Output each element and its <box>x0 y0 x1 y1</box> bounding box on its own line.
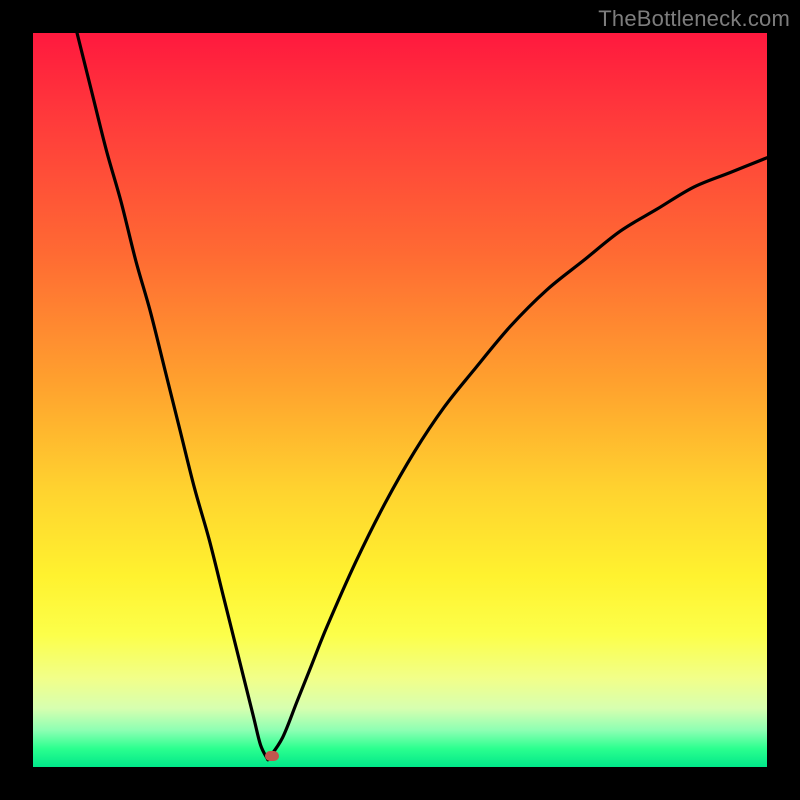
bottleneck-curve <box>33 33 767 767</box>
chart-frame: TheBottleneck.com <box>0 0 800 800</box>
minimum-marker <box>265 751 279 761</box>
curve-right-branch <box>268 158 767 760</box>
plot-area <box>33 33 767 767</box>
curve-left-branch <box>77 33 268 760</box>
watermark-text: TheBottleneck.com <box>598 6 790 32</box>
